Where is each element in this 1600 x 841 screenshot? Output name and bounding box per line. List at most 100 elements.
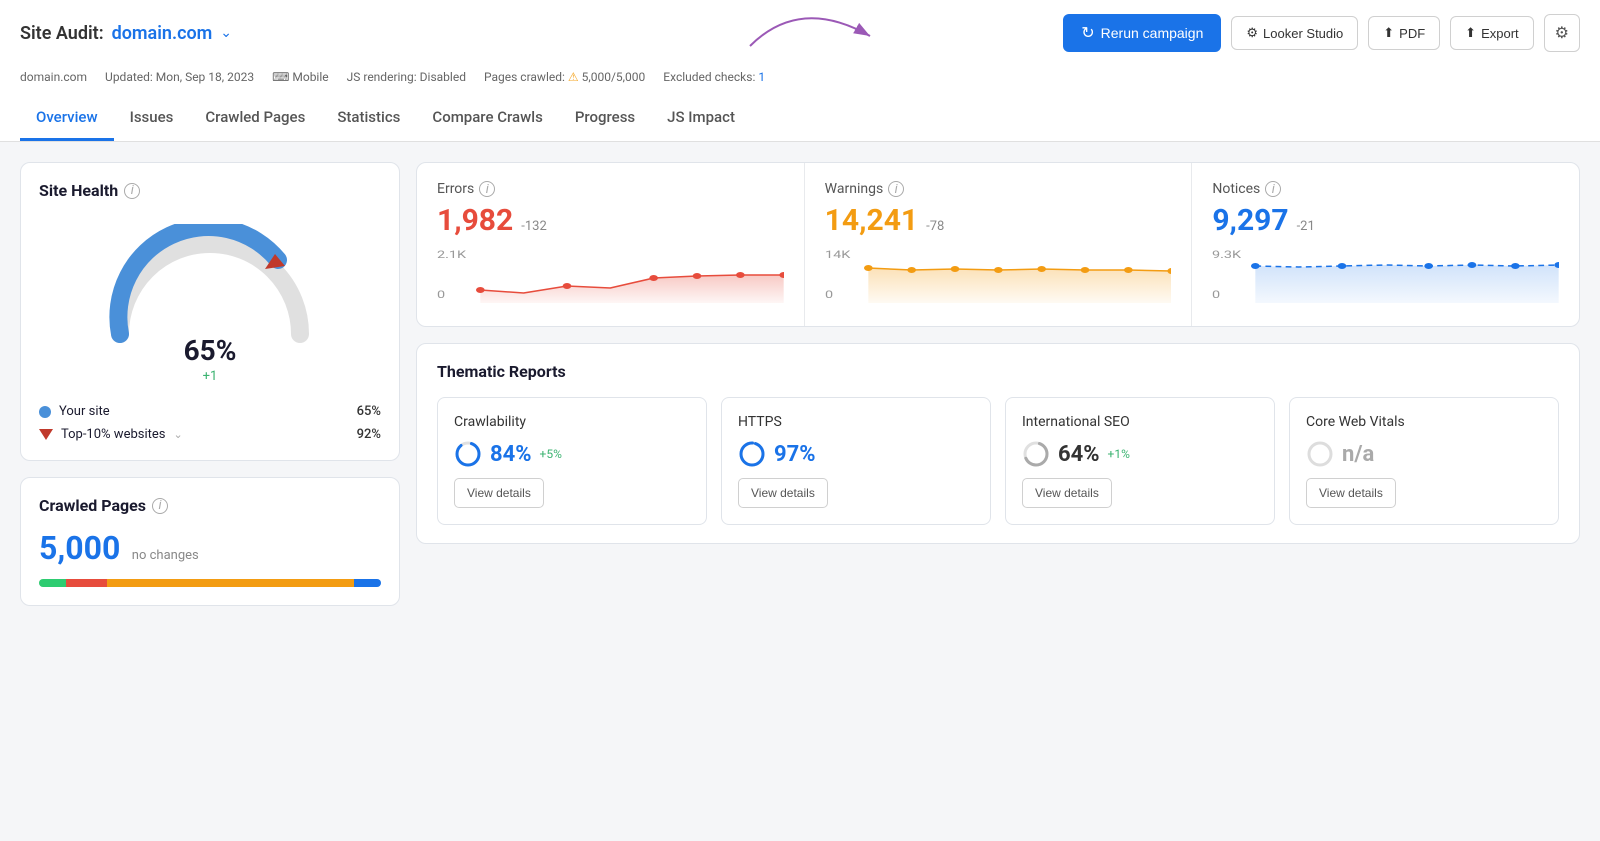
https-view-details-button[interactable]: View details [738, 478, 828, 508]
warnings-panel: Warnings i 14,241 -78 [805, 163, 1193, 326]
progress-seg-red [66, 579, 107, 587]
rerun-arrow-decoration [740, 6, 900, 56]
header-meta: domain.com Updated: Mon, Sep 18, 2023 ⌨ … [20, 62, 1580, 96]
https-circle-icon [738, 440, 766, 468]
header-left: Site Audit: domain.com ⌄ [20, 23, 232, 44]
errors-count: 1,982 [437, 203, 513, 238]
svg-text:0: 0 [437, 289, 445, 301]
errors-info-icon[interactable]: i [479, 181, 495, 197]
crawlability-name: Crawlability [454, 414, 690, 430]
report-core-web-vitals: Core Web Vitals n/a View details [1289, 397, 1559, 525]
tab-js-impact[interactable]: JS Impact [651, 96, 751, 141]
warnings-info-icon[interactable]: i [888, 181, 904, 197]
notices-value-row: 9,297 -21 [1212, 203, 1559, 238]
report-https: HTTPS 97% View details [721, 397, 991, 525]
meta-pages-crawled: Pages crawled: ⚠ 5,000/5,000 [484, 70, 645, 84]
cwv-score: n/a [1306, 440, 1542, 468]
legend-top10: Top-10% websites ⌄ 92% [39, 427, 381, 442]
intl-seo-score: 64% +1% [1022, 440, 1258, 468]
cwv-name: Core Web Vitals [1306, 414, 1542, 430]
top10-value: 92% [357, 427, 381, 442]
crawled-pages-title: Crawled Pages i [39, 496, 381, 515]
site-audit-label: Site Audit: [20, 23, 104, 44]
progress-seg-orange [107, 579, 353, 587]
meta-updated: Updated: Mon, Sep 18, 2023 [105, 70, 254, 84]
tab-progress[interactable]: Progress [559, 96, 651, 141]
main-content: Site Health i 65% +1 [0, 142, 1600, 626]
crawled-pages-card: Crawled Pages i 5,000 no changes [20, 477, 400, 606]
your-site-value: 65% [357, 404, 381, 419]
domain-dropdown-icon[interactable]: ⌄ [220, 25, 232, 41]
svg-text:14K: 14K [825, 249, 851, 261]
report-international-seo: International SEO 64% +1% View details [1005, 397, 1275, 525]
tab-crawled-pages[interactable]: Crawled Pages [189, 96, 321, 141]
errors-chart: 2.1K 0 [437, 248, 784, 308]
https-score: 97% [738, 440, 974, 468]
meta-excluded: Excluded checks: 1 [663, 70, 765, 84]
top10-triangle-icon [39, 429, 53, 440]
gauge-container: 65% +1 [39, 214, 381, 390]
crawlability-view-details-button[interactable]: View details [454, 478, 544, 508]
crawled-count: 5,000 [39, 529, 120, 567]
top10-dropdown-icon[interactable]: ⌄ [173, 428, 182, 441]
svg-text:2.1K: 2.1K [437, 249, 466, 261]
https-name: HTTPS [738, 414, 974, 430]
warnings-chart: 14K 0 [825, 248, 1172, 308]
header: Site Audit: domain.com ⌄ Rerun campaign … [0, 0, 1600, 142]
notices-label: Notices i [1212, 181, 1559, 197]
tab-overview[interactable]: Overview [20, 96, 114, 141]
meta-device: ⌨ Mobile [272, 70, 329, 84]
tab-compare-crawls[interactable]: Compare Crawls [416, 96, 558, 141]
content-area: Errors i 1,982 -132 2 [416, 162, 1580, 606]
svg-text:0: 0 [825, 289, 833, 301]
cwv-circle-icon [1306, 440, 1334, 468]
warnings-label: Warnings i [825, 181, 1172, 197]
warnings-count: 14,241 [825, 203, 918, 238]
export-icon: ⬆ [1465, 25, 1476, 41]
site-health-info-icon[interactable]: i [124, 183, 140, 199]
crawled-status: no changes [132, 548, 199, 563]
warnings-change: -78 [926, 219, 944, 234]
errors-label: Errors i [437, 181, 784, 197]
cwv-view-details-button[interactable]: View details [1306, 478, 1396, 508]
notices-change: -21 [1297, 219, 1315, 234]
header-top: Site Audit: domain.com ⌄ Rerun campaign … [20, 14, 1580, 62]
intl-seo-view-details-button[interactable]: View details [1022, 478, 1112, 508]
pdf-button[interactable]: ⬆ PDF [1368, 16, 1440, 50]
pdf-icon: ⬆ [1383, 25, 1394, 41]
site-health-legend: Your site 65% Top-10% websites ⌄ 92% [39, 404, 381, 442]
progress-seg-green [39, 579, 66, 587]
svg-text:0: 0 [1212, 289, 1220, 301]
domain-name[interactable]: domain.com [112, 23, 213, 44]
notices-chart: 9.3K 0 [1212, 248, 1559, 308]
sidebar: Site Health i 65% +1 [20, 162, 400, 606]
crawled-pages-info-icon[interactable]: i [152, 498, 168, 514]
excluded-link[interactable]: 1 [758, 70, 765, 84]
thematic-reports-card: Thematic Reports Crawlability 84% +5% Vi… [416, 343, 1580, 544]
export-button[interactable]: ⬆ Export [1450, 16, 1533, 50]
warnings-value-row: 14,241 -78 [825, 203, 1172, 238]
settings-button[interactable]: ⚙ [1544, 14, 1580, 52]
errors-panel: Errors i 1,982 -132 2 [417, 163, 805, 326]
errors-change: -132 [521, 219, 547, 234]
notices-info-icon[interactable]: i [1265, 181, 1281, 197]
looker-icon: ⚙ [1246, 25, 1258, 41]
errors-value-row: 1,982 -132 [437, 203, 784, 238]
notices-count: 9,297 [1212, 203, 1288, 238]
meta-js-rendering: JS rendering: Disabled [347, 70, 466, 84]
gauge-center: 65% +1 [184, 334, 237, 384]
crawlability-circle-icon [454, 440, 482, 468]
intl-seo-circle-icon [1022, 440, 1050, 468]
tab-statistics[interactable]: Statistics [321, 96, 416, 141]
site-health-title: Site Health i [39, 181, 381, 200]
looker-studio-button[interactable]: ⚙ Looker Studio [1231, 16, 1358, 50]
progress-seg-blue [354, 579, 381, 587]
notices-panel: Notices i 9,297 -21 9 [1192, 163, 1579, 326]
meta-domain: domain.com [20, 70, 87, 84]
intl-seo-name: International SEO [1022, 414, 1258, 430]
tab-issues[interactable]: Issues [114, 96, 190, 141]
gauge-percent: 65% [184, 334, 237, 367]
crawled-progress-bar [39, 579, 381, 587]
crawled-count-row: 5,000 no changes [39, 529, 381, 567]
rerun-campaign-button[interactable]: Rerun campaign [1063, 14, 1221, 52]
